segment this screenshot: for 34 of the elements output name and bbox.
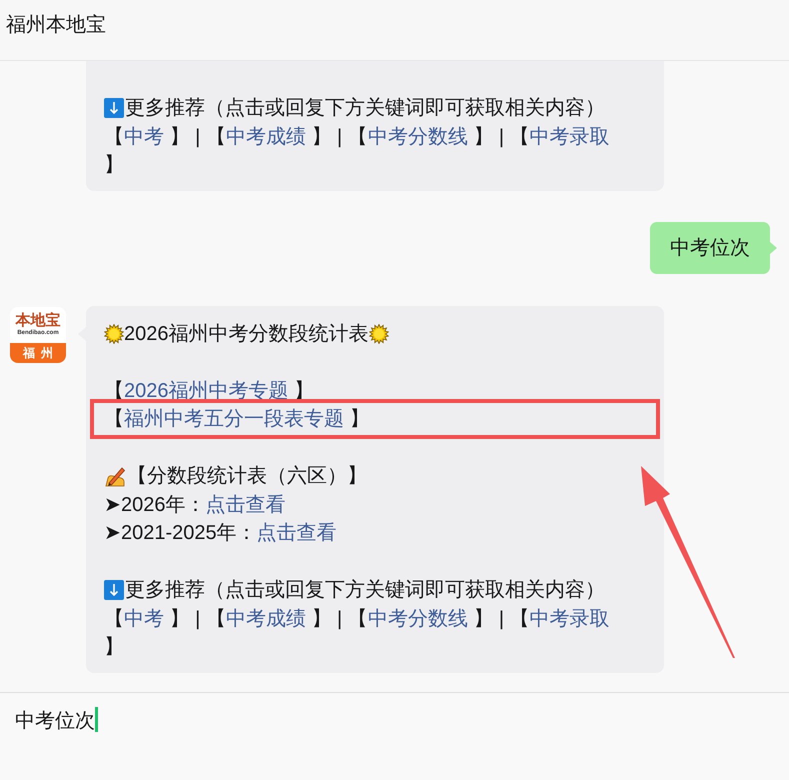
message-text: 【中考 】 | 【中考成绩 】 | 【中考分数线 】 | 【中考录取 [104,606,610,632]
message-text: 】 [104,635,124,660]
text-link[interactable]: 点击查看 [256,522,337,544]
text-link[interactable]: 中考 [124,608,164,630]
sun-icon [368,324,388,344]
message-bubble: 中考位次 [650,222,770,274]
message-text: 【2026福州中考专题 】 [104,378,314,404]
text-link[interactable]: 中考成绩 [226,608,306,630]
text-link[interactable]: 中考 [124,126,164,148]
message-text: ➤2026年：点击查看 [104,492,286,518]
text-link[interactable]: 福州中考五分一段表专题 [124,408,344,430]
message-text: 【分数段统计表（六区）】 [104,462,367,490]
text-link[interactable]: 2026福州中考专题 [124,380,288,402]
text-link[interactable]: 中考成绩 [226,126,306,148]
text-link[interactable]: 中考分数线 [368,608,468,630]
message-text: 】 [104,153,124,178]
logo-brand: 本地宝 [16,313,60,328]
text-link[interactable]: 中考录取 [530,126,610,148]
text-link[interactable]: 中考录取 [530,608,610,630]
message-text: 更多推荐（点击或回复下方关键词即可获取相关内容） [104,94,605,122]
text-link[interactable]: 点击查看 [206,494,286,516]
bubble-tail-icon [770,242,777,254]
pencil-icon [104,465,126,487]
text-cursor [95,707,98,732]
message-text: ➤2021-2025年：点击查看 [104,521,337,546]
logo-city: 福州 [10,342,66,362]
text-link[interactable]: 中考分数线 [368,126,468,148]
message-text: 2026福州中考分数段统计表 [104,320,388,348]
message-text: 更多推荐（点击或回复下方关键词即可获取相关内容） [104,576,605,604]
sun-icon [104,324,124,344]
message-input[interactable]: 中考位次 [0,693,789,780]
chat-title: 福州本地宝 [6,14,106,36]
message-text: 【福州中考五分一段表专题 】 [104,405,370,434]
message-text: 【中考 】 | 【中考成绩 】 | 【中考分数线 】 | 【中考录取 [104,124,610,150]
